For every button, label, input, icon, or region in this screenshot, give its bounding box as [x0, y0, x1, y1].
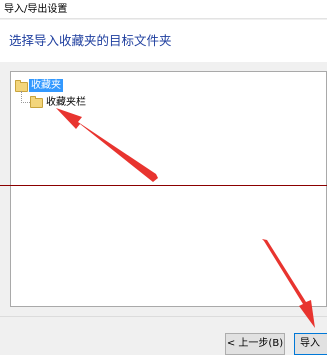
- divider-line: [0, 185, 327, 186]
- tree-connector: [21, 102, 30, 103]
- footer-divider: [0, 316, 327, 317]
- tree-item-favorites[interactable]: 收藏夹: [29, 79, 63, 92]
- tree-item-favorites-bar[interactable]: 收藏夹栏: [44, 96, 88, 109]
- back-button[interactable]: < 上一步(B): [225, 333, 285, 355]
- import-button[interactable]: 导入: [294, 333, 327, 355]
- instruction-heading: 选择导入收藏夹的目标文件夹: [9, 33, 172, 48]
- window-title: 导入/导出设置: [0, 0, 327, 19]
- folder-icon: [30, 96, 43, 108]
